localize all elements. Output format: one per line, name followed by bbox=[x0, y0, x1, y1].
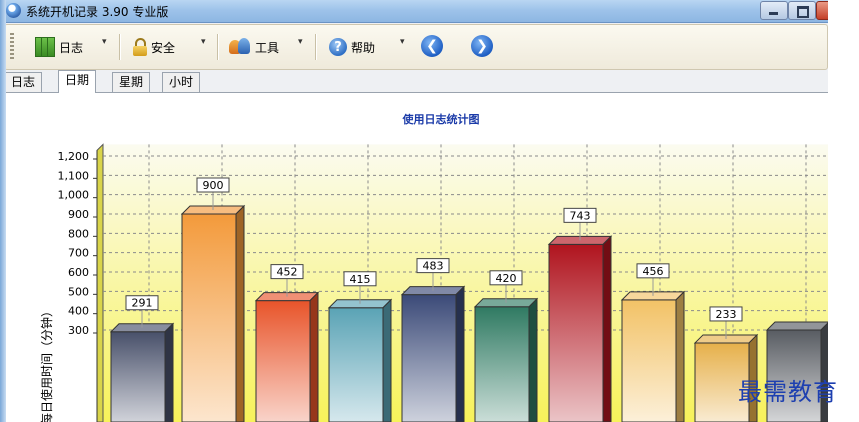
minimize-button[interactable] bbox=[760, 1, 788, 20]
bar-front bbox=[474, 306, 530, 422]
data-label: 233 bbox=[716, 308, 737, 321]
tab-date[interactable]: 日期 bbox=[58, 70, 97, 93]
log-grid-icon bbox=[35, 37, 55, 57]
help-menu-button[interactable]: ? 帮助 bbox=[329, 35, 375, 59]
close-button[interactable] bbox=[816, 1, 828, 20]
back-arrow-icon[interactable]: ❮ bbox=[421, 35, 443, 57]
bar-side bbox=[675, 290, 685, 422]
tools-menu-button[interactable]: 工具 bbox=[229, 35, 279, 59]
tools-menu-label: 工具 bbox=[255, 40, 280, 55]
window-left-frame bbox=[0, 0, 6, 422]
bar-front bbox=[621, 299, 677, 422]
forward-arrow-icon[interactable]: ❯ bbox=[471, 35, 493, 57]
toolbar-separator bbox=[119, 34, 121, 60]
toolbar-separator bbox=[217, 34, 219, 60]
tab-log[interactable]: 日志 bbox=[4, 72, 43, 92]
data-label: 483 bbox=[423, 260, 444, 273]
usage-bar-chart: 使用日志统计图 每日使用时间（分钟） 300 400 500 600 700 800 900… bbox=[39, 112, 828, 422]
bar-front bbox=[548, 243, 604, 422]
help-dropdown-arrow[interactable]: ▾ bbox=[400, 37, 405, 47]
help-icon: ? bbox=[329, 38, 347, 56]
toolbar: 日志 ▾ 安全 ▾ 工具 ▾ ? 帮助 ▾ ❮ ❯ bbox=[4, 24, 828, 70]
bar-front bbox=[181, 213, 237, 422]
bar-top bbox=[765, 321, 828, 331]
toolbar-separator bbox=[315, 34, 317, 60]
bar-front bbox=[255, 300, 311, 422]
y-tick-label: 900 bbox=[68, 208, 89, 221]
toolbar-grip[interactable] bbox=[10, 33, 14, 61]
watermark-text: 最需教育 bbox=[738, 378, 838, 406]
y-tick-label: 1,200 bbox=[58, 150, 90, 163]
security-dropdown-arrow[interactable]: ▾ bbox=[201, 37, 206, 47]
data-label: 743 bbox=[570, 209, 591, 222]
tab-strip: 日志 日期 星期 小时 bbox=[0, 70, 828, 93]
tab-week[interactable]: 星期 bbox=[112, 72, 151, 92]
data-label: 415 bbox=[350, 273, 371, 286]
window-right-edge bbox=[828, 0, 859, 422]
y-tick-label: 1,100 bbox=[58, 169, 90, 182]
data-label: 420 bbox=[496, 272, 517, 285]
bar-side bbox=[382, 298, 392, 422]
window-title: 系统开机记录 3.90 专业版 bbox=[26, 5, 169, 19]
tools-icon bbox=[229, 38, 251, 56]
tools-dropdown-arrow[interactable]: ▾ bbox=[298, 37, 303, 47]
data-label: 900 bbox=[203, 179, 224, 192]
lock-icon bbox=[133, 38, 147, 56]
tab-hour[interactable]: 小时 bbox=[162, 72, 201, 92]
log-dropdown-arrow[interactable]: ▾ bbox=[102, 37, 107, 47]
bar-side bbox=[528, 297, 538, 422]
bar-front bbox=[401, 294, 457, 422]
security-menu-label: 安全 bbox=[151, 40, 176, 55]
bar-front bbox=[328, 307, 384, 422]
plot-side-wall bbox=[96, 143, 104, 422]
bar-side bbox=[455, 285, 465, 422]
y-tick-label: 400 bbox=[68, 305, 89, 318]
bar-side bbox=[309, 291, 319, 422]
data-label: 291 bbox=[132, 297, 153, 310]
y-tick-label: 600 bbox=[68, 266, 89, 279]
security-menu-button[interactable]: 安全 bbox=[133, 35, 175, 59]
y-tick-label: 700 bbox=[68, 247, 89, 260]
data-label: 452 bbox=[277, 266, 298, 279]
bar-side bbox=[235, 204, 245, 422]
y-axis-label: 每日使用时间（分钟） bbox=[39, 305, 54, 422]
chart-title: 使用日志统计图 bbox=[402, 112, 480, 126]
data-label: 456 bbox=[643, 265, 664, 278]
help-menu-label: 帮助 bbox=[351, 40, 376, 55]
title-bar[interactable]: 系统开机记录 3.90 专业版 bbox=[0, 0, 828, 23]
y-tick-label: 500 bbox=[68, 285, 89, 298]
chart-panel: 使用日志统计图 每日使用时间（分钟） 300 400 500 600 700 800 900… bbox=[0, 93, 828, 422]
bar-side bbox=[602, 235, 612, 422]
bar-front bbox=[110, 331, 166, 422]
app-icon bbox=[6, 3, 21, 18]
app-window: 系统开机记录 3.90 专业版 日志 ▾ 安全 ▾ 工具 ▾ ? 帮助 ▾ ❮ bbox=[0, 0, 828, 422]
y-tick-label: 1,000 bbox=[58, 189, 90, 202]
log-menu-label: 日志 bbox=[59, 40, 84, 55]
y-tick-label: 300 bbox=[68, 324, 89, 337]
maximize-button[interactable] bbox=[788, 1, 816, 20]
bar-side bbox=[164, 322, 174, 422]
y-tick-label: 800 bbox=[68, 227, 89, 240]
log-menu-button[interactable]: 日志 bbox=[35, 35, 83, 59]
